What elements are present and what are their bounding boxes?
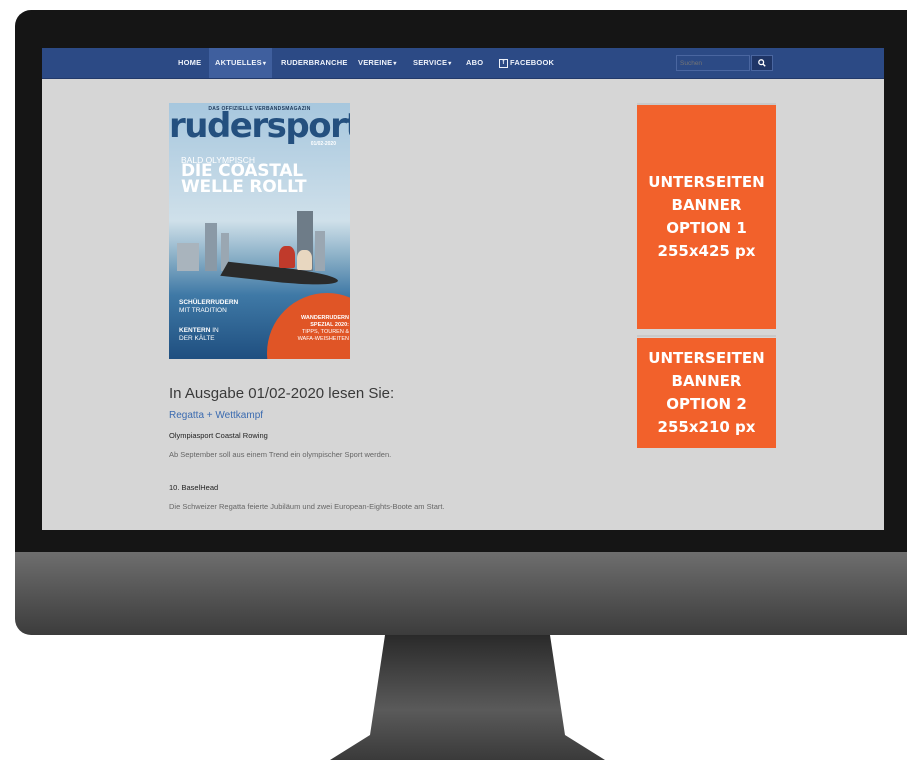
nav-item-facebook[interactable]: f FACEBOOK	[493, 48, 560, 78]
nav-item-ruderbranche[interactable]: RUDERBRANCHE	[275, 48, 354, 78]
cover-teaser-1: SCHÜLERRUDERN MIT TRADITION	[179, 299, 239, 314]
banner-border	[637, 335, 776, 337]
cover-logo: rudersport	[169, 106, 350, 146]
search-icon	[758, 59, 766, 67]
nav-item-service[interactable]: SERVICE▾	[407, 48, 457, 78]
cover-building	[315, 231, 325, 271]
magazine-cover[interactable]: DAS OFFIZIELLE VERBANDSMAGAZIN ruderspor…	[169, 103, 350, 359]
cover-rower	[279, 246, 295, 268]
cover-issue: 01/02-2020	[310, 141, 336, 147]
browser-viewport: HOME AKTUELLES▾ RUDERBRANCHE VEREINE▾ SE…	[42, 48, 884, 530]
nav-item-home[interactable]: HOME	[172, 48, 207, 78]
nav-item-vereine[interactable]: VEREINE▾	[352, 48, 403, 78]
nav-item-abo[interactable]: ABO	[460, 48, 489, 78]
section-link[interactable]: Regatta + Wettkampf	[169, 410, 263, 421]
article-description: Die Schweizer Regatta feierte Jubiläum u…	[169, 502, 445, 511]
main-navbar: HOME AKTUELLES▾ RUDERBRANCHE VEREINE▾ SE…	[42, 48, 884, 79]
ad-banner-option-2[interactable]: UNTERSEITEN BANNER OPTION 2 255x210 px	[637, 338, 776, 448]
facebook-icon: f	[499, 58, 508, 68]
chevron-down-icon: ▾	[448, 61, 452, 67]
search-button[interactable]	[751, 55, 773, 71]
monitor-chin	[15, 552, 907, 635]
article-description: Ab September soll aus einem Trend ein ol…	[169, 450, 392, 459]
cover-building	[205, 223, 217, 271]
cover-rower	[297, 250, 312, 270]
cover-building	[177, 243, 199, 271]
article-title: Olympiasport Coastal Rowing	[169, 431, 268, 440]
ad-banner-option-1[interactable]: UNTERSEITEN BANNER OPTION 1 255x425 px	[637, 105, 776, 329]
nav-item-aktuelles[interactable]: AKTUELLES▾	[209, 48, 273, 78]
cover-teaser-2: KENTERN IN DER KÄLTE	[179, 327, 219, 342]
cover-headline: DIE COASTAL WELLE ROLLT	[181, 161, 307, 197]
search-input[interactable]	[676, 55, 750, 71]
monitor-stand	[330, 635, 605, 760]
chevron-down-icon: ▾	[262, 61, 267, 67]
issue-heading: In Ausgabe 01/02-2020 lesen Sie:	[169, 385, 395, 402]
cover-circle-text: WANDERRUDERN SPEZIAL 2020: TIPPS, TOUREN…	[297, 315, 349, 342]
chevron-down-icon: ▾	[393, 61, 397, 67]
article-title: 10. BaselHead	[169, 483, 219, 492]
